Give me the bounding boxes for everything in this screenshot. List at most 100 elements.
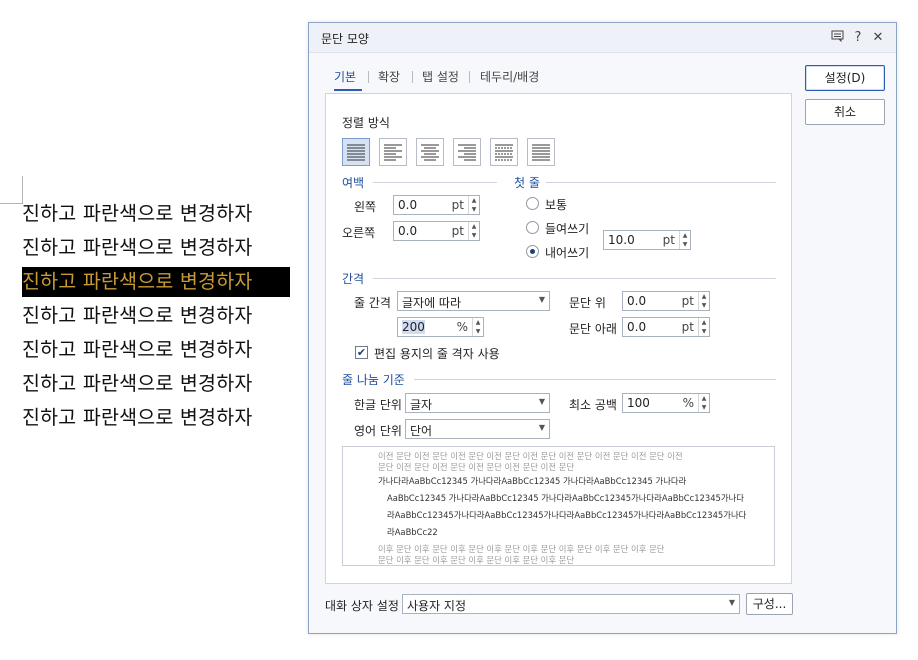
preview-body-line: AaBbCc12345 가나다라AaBbCc12345 가나다라AaBbCc12… — [387, 493, 744, 503]
dialog-settings-label: 대화 상자 설정 — [325, 599, 399, 613]
first-line-hanging-radio[interactable] — [526, 245, 539, 258]
min-space-input[interactable]: 100 % ▲ ▼ — [622, 393, 710, 413]
margin-title: 여백 — [342, 176, 365, 190]
align-left-icon — [384, 144, 402, 161]
tab-basic[interactable]: 기본 — [334, 68, 356, 85]
margin-right-label: 오른쪽 — [342, 226, 376, 240]
align-justify-button[interactable] — [342, 138, 370, 166]
space-after-label: 문단 아래 — [569, 322, 617, 336]
document-line[interactable]: 진하고 파란색으로 변경하자 — [22, 301, 290, 331]
first-line-value-input[interactable]: 10.0 pt ▲ ▼ — [603, 230, 691, 250]
margin-right-value: 0.0 — [398, 224, 418, 238]
chevron-down-icon: ▼ — [538, 295, 545, 304]
spin-arrows-icon[interactable]: ▲ ▼ — [472, 318, 483, 336]
align-split-button[interactable] — [527, 138, 555, 166]
line-break-title: 줄 나눔 기준 — [342, 373, 405, 387]
korean-unit-select[interactable]: 글자 ▼ — [405, 393, 550, 413]
tab-border-background[interactable]: 테두리/배경 — [480, 68, 539, 85]
help-icon[interactable]: ? — [850, 30, 866, 46]
tab-tab-settings[interactable]: 탭 설정 — [422, 68, 459, 85]
dialog-settings-value: 사용자 지정 — [407, 599, 467, 613]
align-distribute-button[interactable] — [490, 138, 518, 166]
first-line-hanging-label: 내어쓰기 — [545, 246, 590, 260]
min-space-label: 최소 공백 — [569, 398, 617, 412]
preview-body-line: 가나다라AaBbCc12345 가나다라AaBbCc12345 가나다라AaBb… — [378, 476, 687, 486]
space-before-input[interactable]: 0.0 pt ▲ ▼ — [622, 291, 710, 311]
align-left-button[interactable] — [379, 138, 407, 166]
margin-left-input[interactable]: 0.0 pt ▲ ▼ — [393, 195, 480, 215]
margin-right-unit: pt — [451, 224, 464, 238]
ok-button[interactable]: 설정(D) — [805, 65, 885, 91]
preview-before-line: 이전 문단 이전 문단 이전 문단 이전 문단 이전 문단 이전 문단 이전 문… — [378, 451, 683, 461]
first-line-value: 10.0 — [608, 233, 635, 247]
line-spacing-value-input[interactable]: 200 % ▲ ▼ — [397, 317, 484, 337]
space-after-unit: pt — [681, 320, 694, 334]
space-after-value: 0.0 — [627, 320, 647, 334]
document-line-selected[interactable]: 진하고 파란색으로 변경하자 — [22, 267, 290, 297]
first-line-normal-radio[interactable] — [526, 197, 539, 210]
group-divider — [414, 379, 776, 380]
align-split-icon — [532, 144, 550, 161]
spin-arrows-icon[interactable]: ▲ ▼ — [698, 292, 709, 310]
space-after-input[interactable]: 0.0 pt ▲ ▼ — [622, 317, 710, 337]
dialog-titlebar[interactable]: 문단 모양 ? ✕ — [309, 23, 896, 53]
line-spacing-label: 줄 간격 — [354, 296, 391, 310]
align-center-button[interactable] — [416, 138, 444, 166]
spin-arrows-icon[interactable]: ▲ ▼ — [679, 231, 690, 249]
align-distribute-icon — [495, 144, 513, 161]
preview-after-line: 이후 문단 이후 문단 이후 문단 이후 문단 이후 문단 이후 문단 이후 문… — [378, 544, 665, 554]
spacing-title: 간격 — [342, 272, 365, 286]
preview-before-line: 문단 이전 문단 이전 문단 이전 문단 이전 문단 이전 문단 — [378, 462, 575, 472]
space-before-value: 0.0 — [627, 294, 647, 308]
spin-arrows-icon[interactable]: ▲ ▼ — [698, 318, 709, 336]
document-line[interactable]: 진하고 파란색으로 변경하자 — [22, 199, 290, 229]
config-button[interactable]: 구성... — [746, 593, 793, 615]
margin-left-unit: pt — [451, 198, 464, 212]
first-line-indent-label: 들여쓰기 — [545, 222, 590, 236]
close-icon[interactable]: ✕ — [870, 30, 886, 46]
line-spacing-type-select[interactable]: 글자에 따라 ▼ — [397, 291, 550, 311]
tab-separator — [368, 71, 369, 83]
document-line[interactable]: 진하고 파란색으로 변경하자 — [22, 335, 290, 365]
chevron-down-icon: ▼ — [538, 397, 545, 406]
korean-unit-value: 글자 — [410, 398, 433, 412]
group-divider — [373, 182, 497, 183]
space-before-unit: pt — [681, 294, 694, 308]
paragraph-shape-dialog: 문단 모양 ? ✕ 기본 확장 탭 설정 테두리/배경 설정(D) 취소 정렬 … — [308, 22, 897, 634]
line-grid-checkbox[interactable]: ✔ — [355, 346, 368, 359]
preview-after-line: 문단 이후 문단 이후 문단 이후 문단 이후 문단 이후 문단 — [378, 555, 575, 565]
document-line[interactable]: 진하고 파란색으로 변경하자 — [22, 233, 290, 263]
english-unit-select[interactable]: 단어 ▼ — [405, 419, 550, 439]
first-line-unit: pt — [662, 233, 675, 247]
line-spacing-value: 200 — [402, 320, 425, 334]
basic-tab-panel: 정렬 방식 여백 왼쪽 0.0 pt ▲ ▼ 오른쪽 0.0 pt ▲ ▼ 첫 … — [325, 93, 792, 584]
align-right-button[interactable] — [453, 138, 481, 166]
group-divider — [546, 182, 776, 183]
tab-extend[interactable]: 확장 — [378, 68, 400, 85]
tab-separator — [412, 71, 413, 83]
chevron-down-icon: ▼ — [538, 423, 545, 432]
tab-separator — [469, 71, 470, 83]
preview-body-line: 라AaBbCc22 — [387, 527, 438, 537]
cancel-button[interactable]: 취소 — [805, 99, 885, 125]
dialog-settings-select[interactable]: 사용자 지정 ▼ — [402, 594, 740, 614]
spin-arrows-icon[interactable]: ▲ ▼ — [468, 196, 479, 214]
comment-icon[interactable] — [829, 30, 845, 47]
document-area[interactable]: 진하고 파란색으로 변경하자 진하고 파란색으로 변경하자 진하고 파란색으로 … — [0, 0, 300, 660]
line-spacing-unit: % — [456, 320, 468, 334]
align-center-icon — [421, 144, 439, 161]
spin-arrows-icon[interactable]: ▲ ▼ — [698, 394, 709, 412]
margin-right-input[interactable]: 0.0 pt ▲ ▼ — [393, 221, 480, 241]
chevron-down-icon: ▼ — [728, 598, 735, 607]
line-grid-label: 편집 용지의 줄 격자 사용 — [374, 347, 500, 361]
english-unit-value: 단어 — [410, 424, 433, 438]
spin-arrows-icon[interactable]: ▲ ▼ — [468, 222, 479, 240]
document-line[interactable]: 진하고 파란색으로 변경하자 — [22, 403, 290, 433]
margin-left-label: 왼쪽 — [354, 200, 377, 214]
paragraph-preview: 이전 문단 이전 문단 이전 문단 이전 문단 이전 문단 이전 문단 이전 문… — [342, 446, 775, 566]
min-space-value: 100 — [627, 396, 650, 410]
first-line-title: 첫 줄 — [514, 176, 540, 190]
first-line-indent-radio[interactable] — [526, 221, 539, 234]
document-line[interactable]: 진하고 파란색으로 변경하자 — [22, 369, 290, 399]
page-corner-mark — [0, 203, 22, 204]
